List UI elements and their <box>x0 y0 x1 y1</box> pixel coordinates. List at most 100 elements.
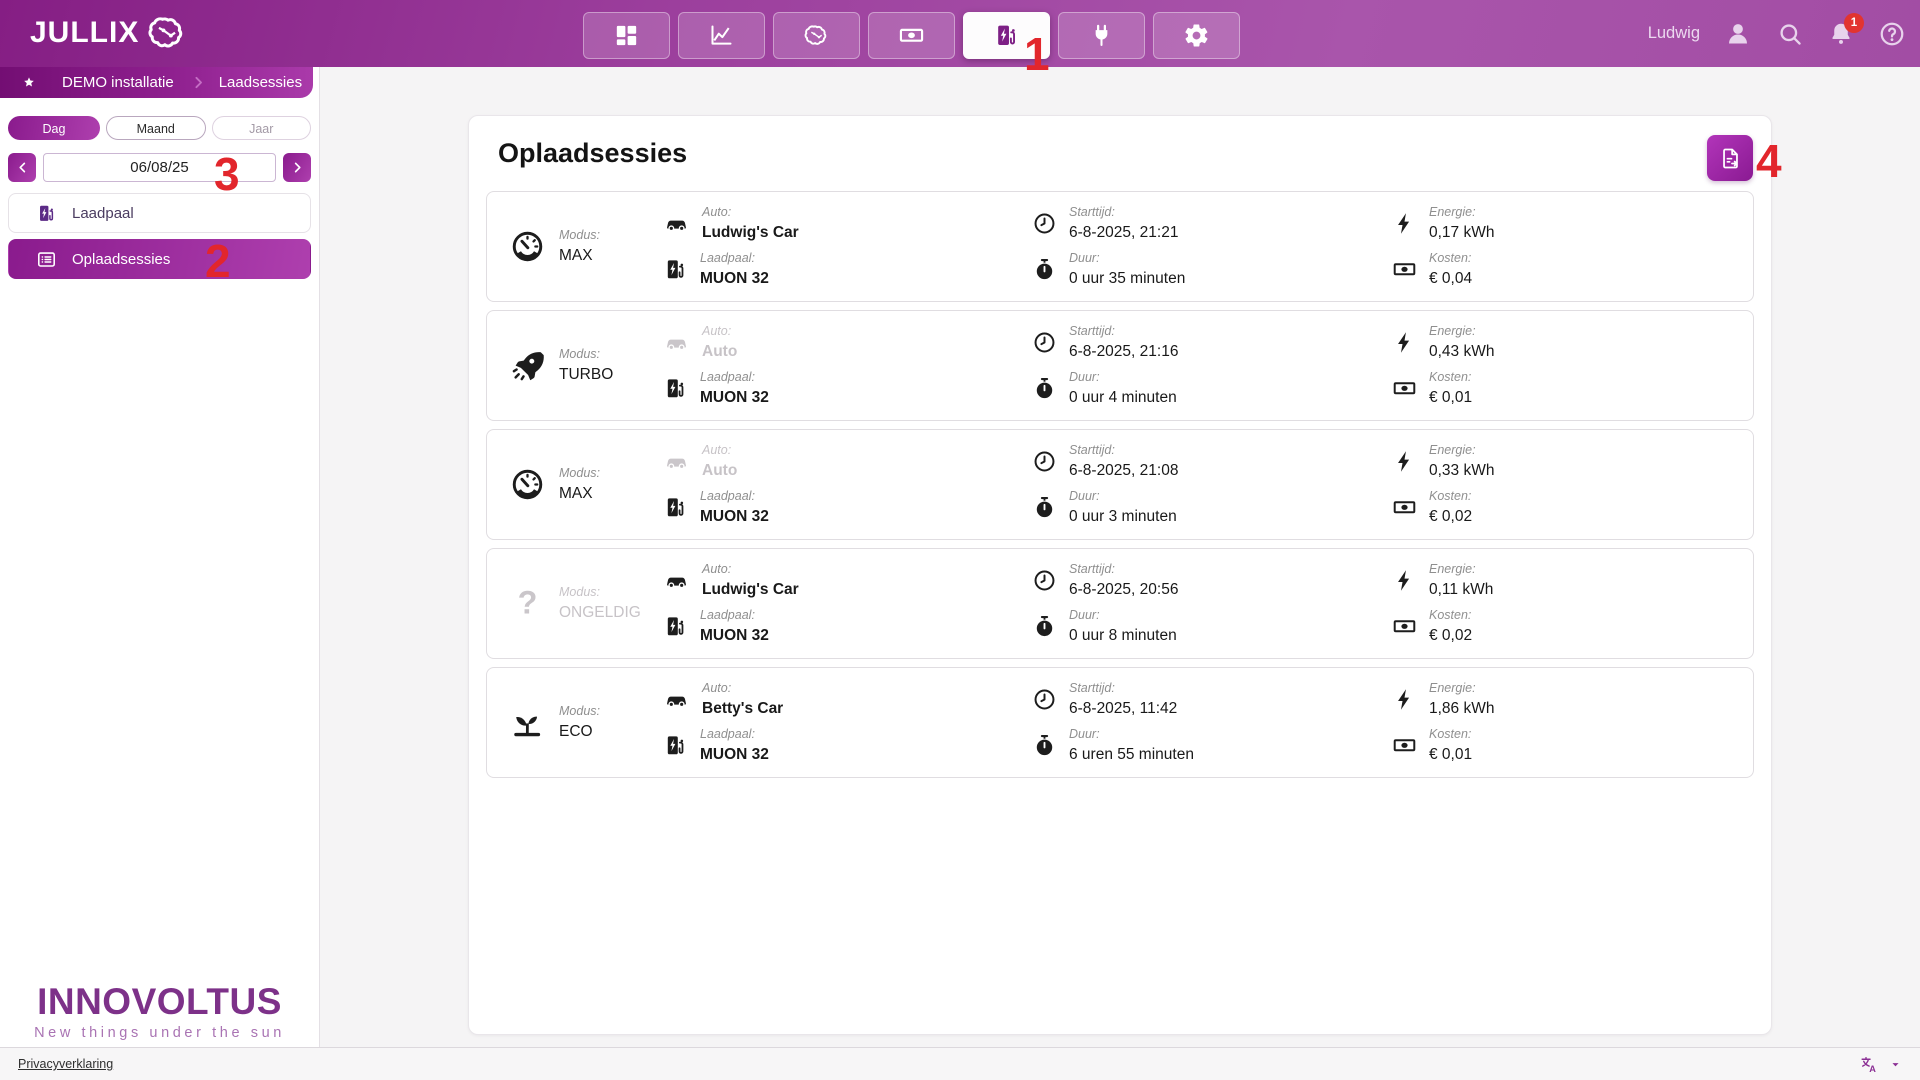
car-icon <box>663 567 690 594</box>
next-day-button[interactable] <box>283 153 311 182</box>
ev-charger-icon <box>663 614 688 639</box>
sessions-panel: Oplaadsessies Modus: MAX Auto: Ludwig's … <box>468 115 1772 1035</box>
stopwatch-icon <box>1032 495 1057 520</box>
mode-icon <box>509 704 546 741</box>
laadpaal-row: Laadpaal: MUON 32 <box>663 727 783 764</box>
kosten-label: Kosten: <box>1429 370 1472 385</box>
energie-value: 0,11 kWh <box>1429 580 1493 599</box>
energie-label: Energie: <box>1429 681 1494 696</box>
laadpaal-label: Laadpaal: <box>700 727 769 742</box>
auto-label: Auto: <box>702 324 737 339</box>
auto-value: Auto <box>702 461 737 480</box>
duur-row: Duur: 0 uur 35 minuten <box>1032 251 1185 288</box>
document-export-icon <box>1718 146 1743 171</box>
session-mode-cell: Modus: ONGELDIG <box>509 549 641 658</box>
breadcrumb-current[interactable]: Laadsessies <box>219 74 302 91</box>
nav-ev-button[interactable] <box>963 12 1050 59</box>
auto-value: Ludwig's Car <box>702 223 799 242</box>
mode-icon <box>509 347 546 384</box>
money-icon <box>1392 614 1417 639</box>
auto-value: Betty's Car <box>702 699 783 718</box>
clock-icon <box>1032 687 1057 712</box>
prev-day-button[interactable] <box>8 153 36 182</box>
starttijd-value: 6-8-2025, 21:08 <box>1069 461 1178 480</box>
session-time-cell: Starttijd: 6-8-2025, 21:16 Duur: 0 uur 4… <box>1032 311 1178 420</box>
notifications-button[interactable]: 1 <box>1827 20 1855 48</box>
sidebar-item-laadpaal[interactable]: Laadpaal <box>8 193 311 233</box>
money-icon <box>1392 733 1417 758</box>
energie-label: Energie: <box>1429 205 1494 220</box>
tab-maand[interactable]: Maand <box>106 116 206 140</box>
duur-label: Duur: <box>1069 727 1194 742</box>
star-icon[interactable] <box>21 75 37 91</box>
duur-label: Duur: <box>1069 608 1177 623</box>
duur-value: 0 uur 35 minuten <box>1069 269 1185 288</box>
chart-icon <box>708 22 735 49</box>
nav-money-button[interactable] <box>868 12 955 59</box>
tab-jaar[interactable]: Jaar <box>212 116 312 140</box>
duur-label: Duur: <box>1069 251 1185 266</box>
clock-icon <box>1032 568 1057 593</box>
energie-value: 0,43 kWh <box>1429 342 1494 361</box>
stopwatch-icon <box>1032 614 1057 639</box>
auto-label: Auto: <box>702 205 799 220</box>
kosten-label: Kosten: <box>1429 727 1472 742</box>
page-footer: Privacyverklaring <box>0 1047 1920 1080</box>
tab-dag[interactable]: Dag <box>8 116 100 140</box>
grid-icon <box>613 22 640 49</box>
user-avatar-icon[interactable] <box>1723 19 1753 49</box>
export-button[interactable] <box>1707 135 1753 181</box>
privacy-link[interactable]: Privacyverklaring <box>18 1057 113 1071</box>
laadpaal-value: MUON 32 <box>700 507 769 526</box>
energie-row: Energie: 0,43 kWh <box>1392 324 1494 361</box>
ev-charger-icon <box>663 733 688 758</box>
lightning-icon <box>1392 211 1417 236</box>
ev-charger-icon <box>663 257 688 282</box>
energie-row: Energie: 0,11 kWh <box>1392 562 1493 599</box>
notification-badge: 1 <box>1844 13 1864 33</box>
main-nav <box>583 12 1240 59</box>
clock-icon <box>1032 330 1057 355</box>
session-vehicle-cell: Auto: Auto Laadpaal: MUON 32 <box>663 430 769 539</box>
modus-label: Modus: <box>559 704 600 719</box>
starttijd-row: Starttijd: 6-8-2025, 21:16 <box>1032 324 1178 361</box>
nav-grid-button[interactable] <box>583 12 670 59</box>
nav-brain-button[interactable] <box>773 12 860 59</box>
duur-value: 0 uur 8 minuten <box>1069 626 1177 645</box>
duur-label: Duur: <box>1069 489 1177 504</box>
money-icon <box>1392 257 1417 282</box>
nav-plug-button[interactable] <box>1058 12 1145 59</box>
search-icon[interactable] <box>1776 20 1804 48</box>
session-energy-cell: Energie: 1,86 kWh Kosten: € 0,01 <box>1392 668 1494 777</box>
nav-chart-button[interactable] <box>678 12 765 59</box>
duur-value: 0 uur 3 minuten <box>1069 507 1177 526</box>
energie-value: 0,33 kWh <box>1429 461 1494 480</box>
date-input[interactable]: 06/08/25 <box>43 153 276 182</box>
date-navigator: 06/08/25 <box>8 153 311 182</box>
laadpaal-value: MUON 32 <box>700 745 769 764</box>
mode-icon <box>509 585 546 622</box>
help-icon[interactable] <box>1878 20 1906 48</box>
breadcrumb-root[interactable]: DEMO installatie <box>62 74 174 91</box>
starttijd-row: Starttijd: 6-8-2025, 11:42 <box>1032 681 1194 718</box>
kosten-value: € 0,01 <box>1429 388 1472 407</box>
starttijd-row: Starttijd: 6-8-2025, 21:08 <box>1032 443 1178 480</box>
modus-value: ONGELDIG <box>559 603 641 622</box>
sidebar-item-oplaadsessies[interactable]: Oplaadsessies <box>8 239 311 279</box>
energie-row: Energie: 0,33 kWh <box>1392 443 1494 480</box>
language-selector[interactable] <box>1859 1054 1902 1075</box>
auto-value: Auto <box>702 342 737 361</box>
stopwatch-icon <box>1032 733 1057 758</box>
brand-name: INNOVOLTUS <box>0 982 319 1022</box>
auto-label: Auto: <box>702 562 799 577</box>
kosten-label: Kosten: <box>1429 608 1472 623</box>
app-logo[interactable]: JULLIX <box>30 12 189 54</box>
nav-gear-button[interactable] <box>1153 12 1240 59</box>
clock-icon <box>1032 211 1057 236</box>
lightning-icon <box>1392 568 1417 593</box>
auto-row: Auto: Auto <box>663 324 769 361</box>
duur-row: Duur: 0 uur 3 minuten <box>1032 489 1178 526</box>
session-mode-cell: Modus: MAX <box>509 430 600 539</box>
energie-row: Energie: 1,86 kWh <box>1392 681 1494 718</box>
user-name[interactable]: Ludwig <box>1648 24 1700 43</box>
